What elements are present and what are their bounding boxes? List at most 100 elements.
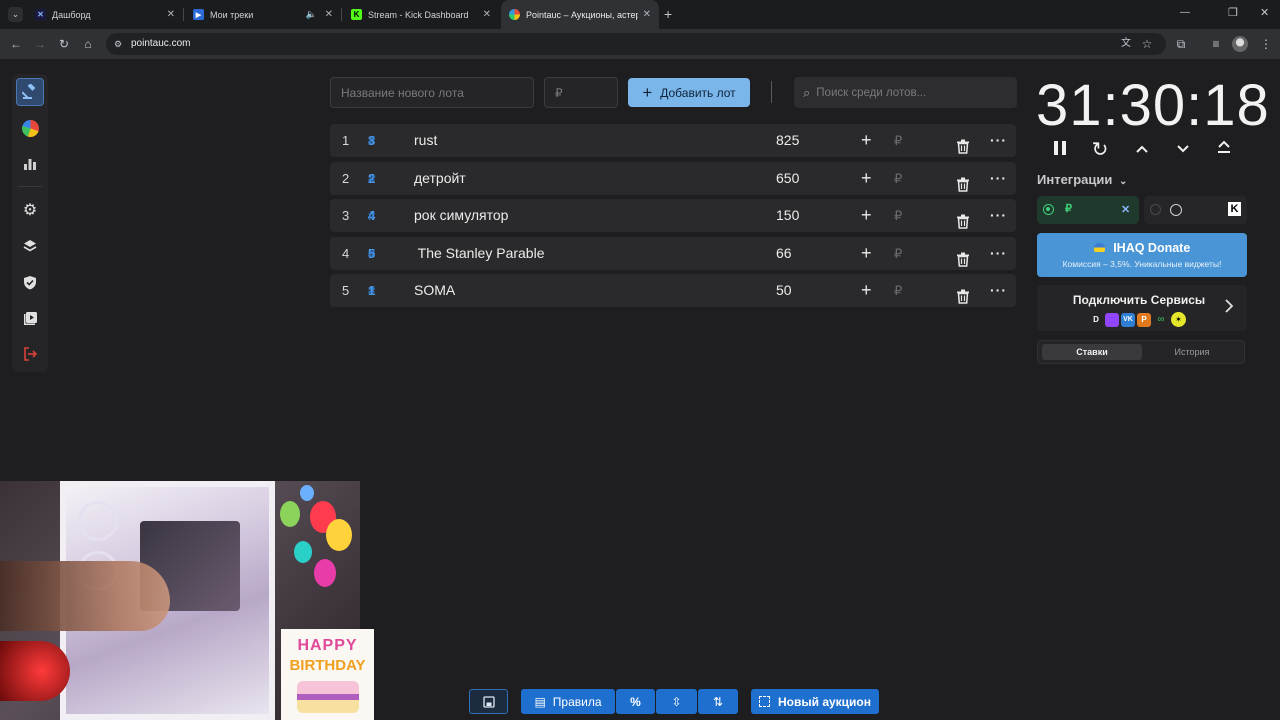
home-icon[interactable]: ⌂ xyxy=(80,36,96,52)
sidebar-item-security[interactable] xyxy=(16,268,44,296)
lot-id-hash: # xyxy=(368,283,376,298)
minimize-button[interactable]: — xyxy=(1180,7,1190,18)
forward-icon[interactable]: → xyxy=(32,36,48,52)
lot-name[interactable]: The Stanley Parable xyxy=(414,237,545,270)
browser-tab[interactable]: K Stream - Kick Dashboard ✕ xyxy=(343,0,499,29)
lot-name-input[interactable]: Название нового лота xyxy=(330,77,534,108)
lot-add-amount-input[interactable]: ₽ xyxy=(894,124,902,157)
browser-tab[interactable]: ▶ Мои треки 🔈 ✕ xyxy=(185,0,342,29)
translate-icon[interactable]: 文 xyxy=(1118,36,1134,52)
sidebar-item-auction[interactable] xyxy=(16,78,44,106)
pause-button[interactable] xyxy=(1050,140,1070,160)
save-button[interactable] xyxy=(469,689,508,714)
delete-lot-button[interactable] xyxy=(956,133,970,154)
lot-row[interactable]: 2 # 2 детройт 650 + ₽ ··· xyxy=(330,161,1016,195)
sidebar-item-wheel[interactable] xyxy=(16,114,44,142)
active-radio-icon xyxy=(1043,204,1054,215)
lot-add-amount-input[interactable]: ₽ xyxy=(894,237,902,270)
link-icon: ∞ xyxy=(1157,313,1165,325)
reset-timer-button[interactable]: ↻ xyxy=(1090,140,1110,160)
more-options-icon[interactable]: ··· xyxy=(990,199,1007,232)
more-options-icon[interactable]: ··· xyxy=(990,162,1007,195)
reload-icon[interactable]: ↻ xyxy=(56,36,72,52)
more-options-icon[interactable]: ··· xyxy=(990,124,1007,157)
sidebar-item-settings[interactable]: ⚙ xyxy=(16,196,44,224)
sidebar-item-layers[interactable] xyxy=(16,232,44,260)
lot-name[interactable]: rust xyxy=(414,124,437,157)
ihaq-donate-banner[interactable]: IHAQ Donate Комиссия – 3,5%. Уникальные … xyxy=(1037,233,1247,277)
lot-row[interactable]: 1 # 3 rust 825 + ₽ ··· xyxy=(330,124,1016,157)
kick-integration-card[interactable]: K xyxy=(1144,196,1247,224)
lot-row[interactable]: 5 # 1 SOMA 50 + ₽ ··· xyxy=(330,274,1016,307)
timer-max-button[interactable] xyxy=(1214,140,1234,160)
add-to-lot-button[interactable]: + xyxy=(861,237,872,270)
close-icon[interactable]: ✕ xyxy=(483,9,491,20)
gavel-icon xyxy=(22,84,36,99)
bookmark-star-icon[interactable]: ☆ xyxy=(1139,36,1155,52)
lot-add-amount-input[interactable]: ₽ xyxy=(894,274,902,307)
site-info-icon[interactable]: ⚙ xyxy=(114,33,122,55)
more-options-icon[interactable]: ··· xyxy=(990,274,1007,307)
lot-search-input[interactable]: ⌕ Поиск среди лотов... xyxy=(794,77,1017,108)
tab-search-button[interactable]: ⌄ xyxy=(8,7,23,22)
donation-integration-card[interactable]: ₽ ✕ xyxy=(1037,196,1139,224)
tab-history[interactable]: История xyxy=(1142,344,1242,360)
speaker-muted-icon[interactable]: 🔈 xyxy=(306,9,317,20)
delete-lot-button[interactable] xyxy=(956,171,970,192)
lot-name[interactable]: детройт xyxy=(414,162,466,195)
left-sidebar: ⚙ xyxy=(12,74,48,372)
connect-services-card[interactable]: Подключить Сервисы D VK P ∞ ✶ xyxy=(1037,285,1247,331)
tab-bids[interactable]: Ставки xyxy=(1042,344,1142,360)
browser-menu-icon[interactable]: ⋮ xyxy=(1258,36,1274,52)
sidebar-item-video[interactable] xyxy=(16,304,44,332)
address-bar[interactable]: ⚙ pointauc.com xyxy=(106,33,1166,55)
add-to-lot-button[interactable]: + xyxy=(861,199,872,232)
back-icon[interactable]: ← xyxy=(8,36,24,52)
new-auction-button[interactable]: Новый аукцион xyxy=(751,689,879,714)
percent-button[interactable]: % xyxy=(616,689,655,714)
close-icon[interactable]: ✕ xyxy=(167,9,175,20)
lot-row[interactable]: 4 # 5 The Stanley Parable 66 + ₽ ··· xyxy=(330,236,1016,270)
pie-wheel-icon xyxy=(21,119,39,137)
add-lot-button[interactable]: + Добавить лот xyxy=(628,78,750,107)
bids-history-tabs: Ставки История xyxy=(1037,340,1245,364)
compress-button[interactable]: ⇳ xyxy=(656,689,697,714)
sort-button[interactable]: ⇅ xyxy=(698,689,738,714)
close-icon[interactable]: ✕ xyxy=(325,9,333,20)
new-tab-button[interactable]: + xyxy=(664,6,672,22)
red-object-image xyxy=(0,641,70,701)
lot-amount-input[interactable]: ₽ xyxy=(544,77,618,108)
delete-lot-button[interactable] xyxy=(956,208,970,229)
restore-button[interactable]: ❐ xyxy=(1228,6,1238,19)
media-control-icon[interactable]: ≡ xyxy=(1208,36,1224,52)
sidebar-item-logout[interactable] xyxy=(16,340,44,368)
add-to-lot-button[interactable]: + xyxy=(861,124,872,157)
lot-name[interactable]: SOMA xyxy=(414,274,455,307)
timer-increase-button[interactable] xyxy=(1132,140,1152,160)
tab-bids-label: Ставки xyxy=(1076,347,1108,357)
lot-add-amount-input[interactable]: ₽ xyxy=(894,199,902,232)
hand-image xyxy=(0,561,170,631)
lot-add-amount-input[interactable]: ₽ xyxy=(894,162,902,195)
compress-icon: ⇳ xyxy=(671,694,682,709)
avatar[interactable] xyxy=(1232,36,1248,52)
add-to-lot-button[interactable]: + xyxy=(861,162,872,195)
delete-lot-button[interactable] xyxy=(956,283,970,304)
browser-tab[interactable]: ✕ Дашборд ✕ xyxy=(27,0,184,29)
sidebar-item-stats[interactable] xyxy=(16,150,44,178)
integrations-label: Интеграции xyxy=(1037,172,1113,187)
extensions-icon[interactable]: ⧉ xyxy=(1173,36,1189,52)
window-close-button[interactable]: ✕ xyxy=(1260,6,1269,19)
close-icon[interactable]: ✕ xyxy=(643,9,651,20)
lot-row[interactable]: 3 # 4 рок симулятор 150 + ₽ ··· xyxy=(330,199,1016,232)
rules-button[interactable]: ▤ Правила xyxy=(521,689,615,714)
trash-icon xyxy=(957,214,969,229)
browser-tab-active[interactable]: Pointauc – Аукционы, астерен ✕ xyxy=(501,0,659,29)
timer-decrease-button[interactable] xyxy=(1173,140,1193,160)
more-options-icon[interactable]: ··· xyxy=(990,237,1007,270)
delete-lot-button[interactable] xyxy=(956,246,970,267)
ukraine-heart-icon xyxy=(1093,243,1105,252)
add-to-lot-button[interactable]: + xyxy=(861,274,872,307)
integrations-toggle[interactable]: Интеграции ⌄ xyxy=(1037,172,1127,187)
lot-name[interactable]: рок симулятор xyxy=(414,199,508,232)
